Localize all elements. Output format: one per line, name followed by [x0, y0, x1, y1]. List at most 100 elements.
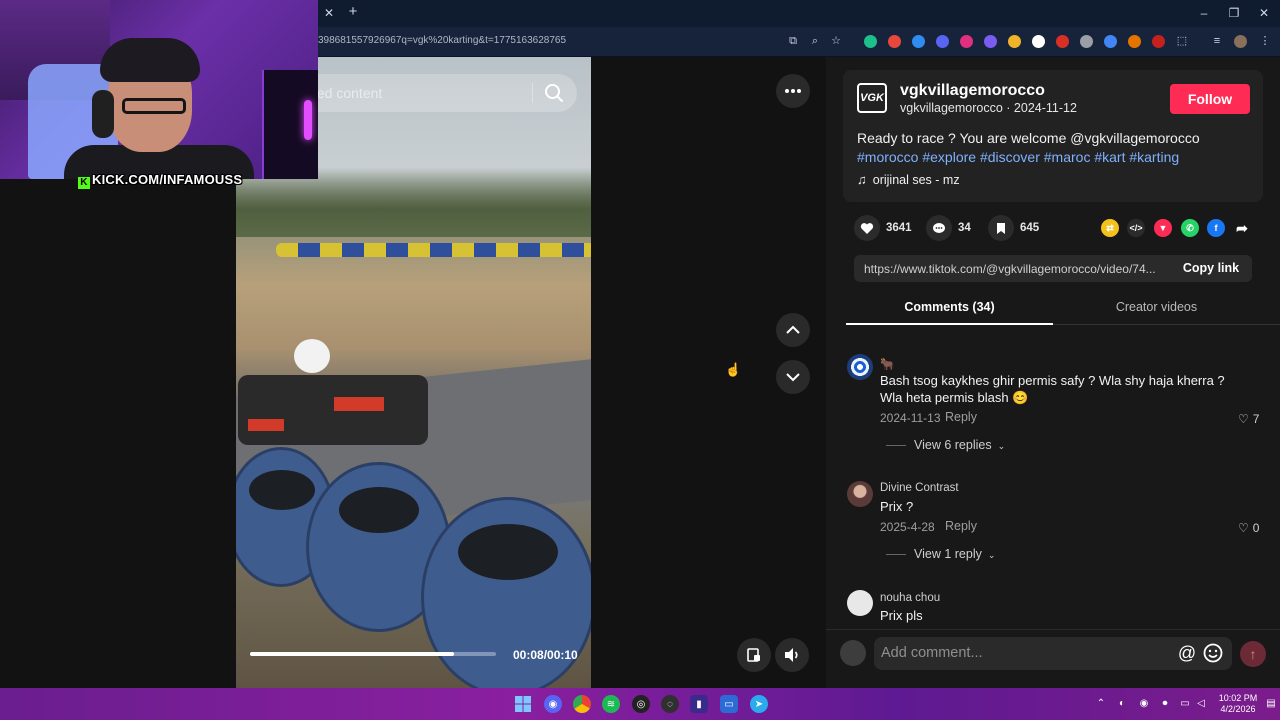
spotify-icon[interactable]: ≋ — [602, 695, 620, 713]
extension-icon[interactable] — [888, 35, 901, 48]
emoji-icon[interactable] — [1202, 642, 1224, 664]
creator-avatar[interactable]: VGK — [857, 83, 887, 113]
tray-overflow-icon[interactable]: ⌃ — [1094, 697, 1108, 711]
search-icon[interactable] — [543, 82, 565, 104]
commenter-avatar[interactable] — [847, 590, 873, 616]
browser-menu-icon[interactable]: ⋮ — [1258, 34, 1272, 48]
share-arrow-icon[interactable]: ➦ — [1233, 219, 1251, 237]
previous-video-button[interactable] — [776, 313, 810, 347]
video-progress-bar[interactable] — [250, 652, 496, 656]
reply-button[interactable]: Reply — [945, 519, 977, 533]
extension-icon[interactable] — [864, 35, 877, 48]
post-comment-button[interactable]: ↑ — [1240, 641, 1266, 667]
telegram-icon[interactable]: ➤ — [750, 695, 768, 713]
comment-stat[interactable]: 34 — [926, 215, 971, 241]
tray-app-icon[interactable]: ◐ — [1115, 697, 1129, 711]
tab-creator-videos[interactable]: Creator videos — [1053, 300, 1260, 314]
mention-at-icon[interactable]: @ — [1176, 642, 1198, 664]
search-divider — [532, 83, 533, 103]
windows-start-icon[interactable] — [514, 695, 532, 713]
heart-outline-icon[interactable]: ♡ — [1238, 521, 1249, 535]
facebook-icon[interactable]: f — [1207, 219, 1225, 237]
mouse-cursor-icon: ☝ — [725, 362, 742, 377]
view-replies-button[interactable]: View 6 replies ⌄ — [886, 438, 1005, 452]
extension-icon[interactable] — [1152, 35, 1165, 48]
bookmark-star-icon[interactable]: ☆ — [829, 34, 843, 48]
volume-button[interactable] — [775, 638, 809, 672]
pip-button[interactable] — [737, 638, 771, 672]
comment-date: 2025-4-28 — [880, 520, 935, 534]
extension-icon[interactable] — [984, 35, 997, 48]
extension-icon[interactable] — [1104, 35, 1117, 48]
extension-icon[interactable] — [1056, 35, 1069, 48]
tab-close-icon[interactable]: ✕ — [322, 5, 336, 21]
app-icon[interactable]: ▭ — [720, 695, 738, 713]
notifications-icon[interactable]: ▤ — [1264, 697, 1278, 711]
send-to-friends-icon[interactable]: ▼ — [1154, 219, 1172, 237]
copy-link-button[interactable]: Copy link — [1170, 255, 1252, 282]
view-replies-label[interactable]: View 1 reply — [914, 547, 982, 561]
tray-volume-icon[interactable]: ◁ — [1194, 697, 1208, 711]
comment-input[interactable]: Add comment... @ — [874, 637, 1232, 670]
url-text[interactable]: 398681557926967q=vgk%20karting&t=1775163… — [318, 35, 566, 46]
commenter-avatar[interactable] — [847, 354, 873, 380]
commenter-name[interactable]: nouha chou — [880, 592, 940, 604]
search-input[interactable]: ted content — [313, 85, 382, 101]
caption-hashtags[interactable]: #morocco #explore #discover #maroc #kart… — [857, 149, 1179, 165]
extensions-puzzle-icon[interactable]: ⬚ — [1175, 34, 1189, 48]
share-link-text[interactable]: https://www.tiktok.com/@vgkvillagemorocc… — [864, 262, 1169, 276]
heart-icon[interactable] — [854, 215, 880, 241]
extension-icon[interactable] — [1128, 35, 1141, 48]
profile-avatar[interactable] — [1234, 35, 1247, 48]
extension-icon[interactable] — [912, 35, 925, 48]
bookmark-icon[interactable] — [988, 215, 1014, 241]
sound-name[interactable]: orijinal ses - mz — [873, 173, 960, 187]
more-options-button[interactable] — [776, 74, 810, 108]
creator-username[interactable]: vgkvillagemorocco — [900, 82, 1045, 100]
system-clock[interactable]: 10:02 PM 4/2/2026 — [1212, 693, 1264, 715]
tray-mic-icon[interactable]: ⏺ — [1158, 697, 1172, 711]
install-app-icon[interactable]: ⧉ — [786, 34, 800, 48]
extension-icon[interactable] — [1032, 35, 1045, 48]
repost-icon[interactable]: ⇄ — [1101, 219, 1119, 237]
extension-icon[interactable] — [1080, 35, 1093, 48]
commenter-name[interactable]: Divine Contrast — [880, 482, 959, 494]
whatsapp-icon[interactable]: ✆ — [1181, 219, 1199, 237]
embed-icon[interactable]: </> — [1127, 219, 1145, 237]
window-close-icon[interactable]: ✕ — [1252, 4, 1276, 22]
comment-like[interactable]: ♡ 7 — [1238, 412, 1259, 426]
clock-date: 4/2/2026 — [1220, 704, 1256, 714]
comment-bubble-icon[interactable] — [926, 215, 952, 241]
chrome-icon[interactable] — [573, 695, 591, 713]
minimize-icon[interactable]: – — [1192, 4, 1216, 22]
obs-icon[interactable]: ◎ — [632, 695, 650, 713]
extension-icon[interactable] — [936, 35, 949, 48]
commenter-avatar[interactable] — [847, 481, 873, 507]
heart-outline-icon[interactable]: ♡ — [1238, 412, 1249, 426]
comment-placeholder[interactable]: Add comment... — [881, 645, 983, 661]
channel-text: KICK.COM/INFAMOUSS — [92, 172, 243, 187]
zoom-icon[interactable]: ⌕ — [808, 34, 822, 48]
view-replies-button[interactable]: View 1 reply ⌄ — [886, 547, 995, 561]
extension-icon[interactable] — [1008, 35, 1021, 48]
next-video-button[interactable] — [776, 360, 810, 394]
commenter-name[interactable]: 🐂 — [880, 357, 894, 371]
extension-icon[interactable] — [960, 35, 973, 48]
media-control-icon[interactable]: ≡ — [1210, 34, 1224, 48]
tray-discord-icon[interactable]: ◉ — [1137, 697, 1151, 711]
follow-button[interactable]: Follow — [1170, 84, 1250, 114]
like-stat[interactable]: 3641 — [854, 215, 912, 241]
view-replies-label[interactable]: View 6 replies — [914, 438, 992, 452]
maximize-icon[interactable]: ❐ — [1222, 4, 1246, 22]
tab-comments[interactable]: Comments (34) — [846, 300, 1053, 314]
app-icon[interactable]: ▮ — [690, 695, 708, 713]
sound-info[interactable]: ♫ orijinal ses - mz — [857, 172, 960, 187]
comment-like[interactable]: ♡ 0 — [1238, 521, 1259, 535]
new-tab-icon[interactable]: + — [345, 3, 361, 21]
chevron-down-icon — [786, 373, 800, 382]
tray-network-icon[interactable]: ▭ — [1178, 697, 1192, 711]
discord-icon[interactable]: ◉ — [544, 695, 562, 713]
reply-button[interactable]: Reply — [945, 410, 977, 424]
app-icon[interactable]: ◌ — [661, 695, 679, 713]
save-stat[interactable]: 645 — [988, 215, 1039, 241]
